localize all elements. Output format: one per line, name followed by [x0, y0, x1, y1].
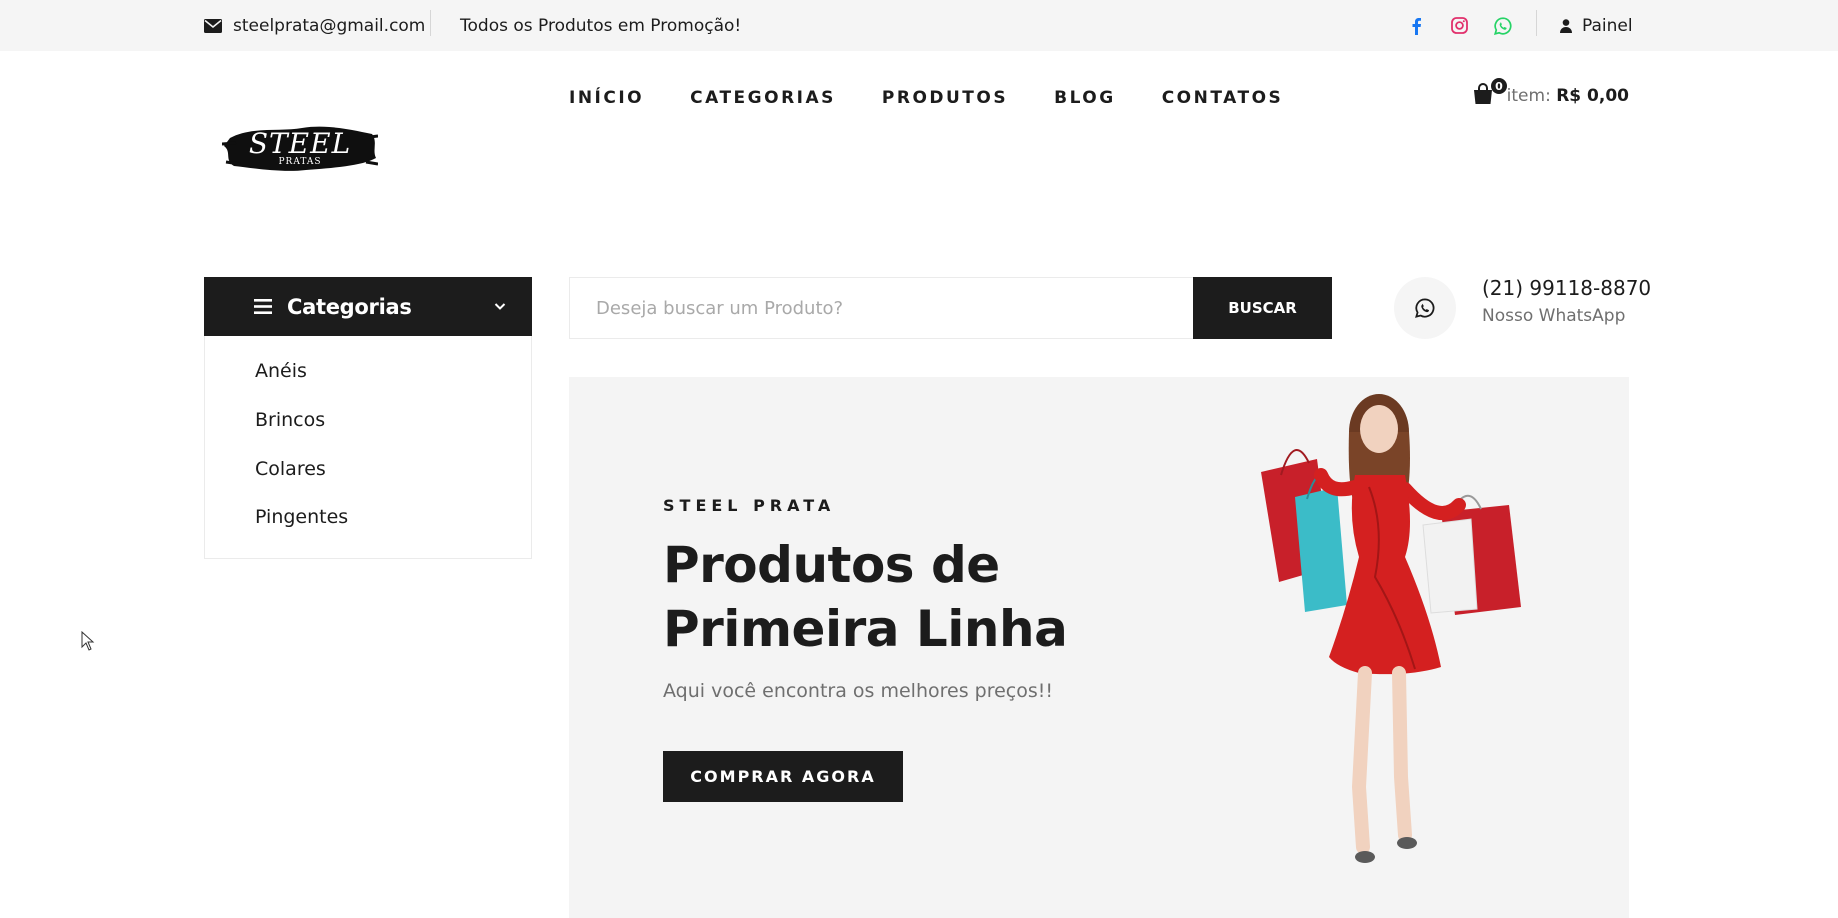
search-button[interactable]: BUSCAR: [1193, 277, 1332, 339]
divider: [1536, 10, 1537, 36]
chevron-down-icon: [494, 303, 506, 310]
user-icon: [1560, 18, 1572, 33]
mouse-cursor-icon: [81, 631, 95, 651]
hero-kicker: STEEL PRATA: [663, 496, 836, 515]
hero-model-image: [1261, 394, 1521, 863]
site-logo[interactable]: STEEL PRATAS: [221, 116, 379, 180]
svg-text:STEEL: STEEL: [249, 127, 351, 160]
divider: [430, 10, 431, 36]
panel-link[interactable]: Painel: [1560, 0, 1633, 51]
contact-email-text: steelprata@gmail.com: [233, 15, 426, 36]
instagram-icon[interactable]: [1451, 0, 1468, 51]
categories-title: Categorias: [287, 294, 412, 319]
category-item-pingentes[interactable]: Pingentes: [255, 506, 348, 528]
nav-link-produtos[interactable]: PRODUTOS: [882, 88, 1008, 108]
promo-text: Todos os Produtos em Promoção!: [460, 15, 742, 36]
categories-toggle[interactable]: Categorias: [204, 277, 532, 336]
cart-total-value: R$ 0,00: [1556, 86, 1629, 106]
panel-link-label: Painel: [1582, 15, 1633, 36]
envelope-icon: [204, 18, 222, 33]
nav-link-contatos[interactable]: CONTATOS: [1162, 88, 1284, 108]
categories-list: Anéis Brincos Colares Pingentes: [204, 336, 532, 559]
nav-link-categorias[interactable]: CATEGORIAS: [690, 88, 836, 108]
hero-title-line2: Primeira Linha: [663, 600, 1068, 658]
svg-text:PRATAS: PRATAS: [278, 157, 321, 167]
nav-link-blog[interactable]: BLOG: [1054, 88, 1116, 108]
hero-subtitle: Aqui você encontra os melhores preços!!: [663, 680, 1053, 702]
cart-count-badge: 0: [1491, 78, 1507, 94]
facebook-icon[interactable]: [1411, 0, 1422, 51]
category-item-brincos[interactable]: Brincos: [255, 409, 325, 431]
buy-now-button[interactable]: COMPRAR AGORA: [663, 751, 903, 802]
cart-total: item: R$ 0,00: [1507, 86, 1629, 106]
menu-icon: [254, 299, 272, 314]
top-bar: steelprata@gmail.com Todos os Produtos e…: [0, 0, 1838, 51]
nav-link-inicio[interactable]: INÍCIO: [569, 88, 644, 108]
hero-title: Produtos de Primeira Linha: [663, 533, 1083, 661]
hero-title-line1: Produtos de: [663, 536, 1000, 594]
main-nav: INÍCIO CATEGORIAS PRODUTOS BLOG CONTATOS: [569, 88, 1329, 108]
whatsapp-contact-icon[interactable]: [1394, 277, 1456, 339]
cart-total-label: item:: [1506, 86, 1551, 106]
search-input[interactable]: [570, 278, 1193, 338]
hero-banner: STEEL PRATA Produtos de Primeira Linha A…: [569, 377, 1629, 918]
contact-email[interactable]: steelprata@gmail.com: [204, 0, 425, 51]
category-item-colares[interactable]: Colares: [255, 458, 326, 480]
whatsapp-phone[interactable]: (21) 99118-8870: [1482, 276, 1651, 300]
category-item-aneis[interactable]: Anéis: [255, 360, 307, 382]
whatsapp-icon[interactable]: [1494, 0, 1512, 51]
whatsapp-label: Nosso WhatsApp: [1482, 306, 1626, 326]
search-bar: BUSCAR: [569, 277, 1332, 339]
